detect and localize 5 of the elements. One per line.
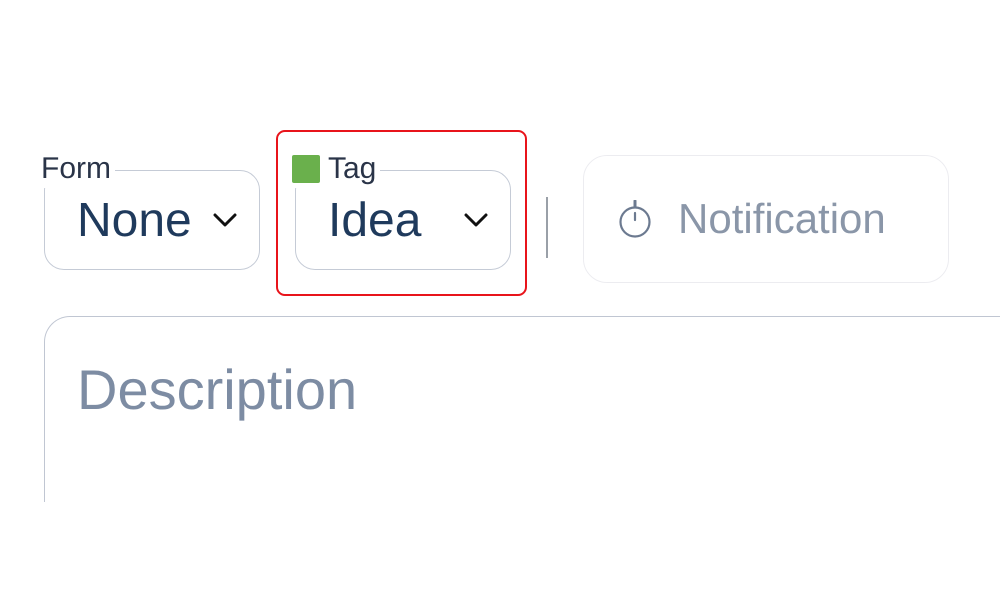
description-field[interactable]: Description [44,316,1000,502]
vertical-divider [546,197,548,258]
chevron-down-icon [464,213,488,227]
chevron-down-icon [213,213,237,227]
stopwatch-icon [618,200,652,238]
